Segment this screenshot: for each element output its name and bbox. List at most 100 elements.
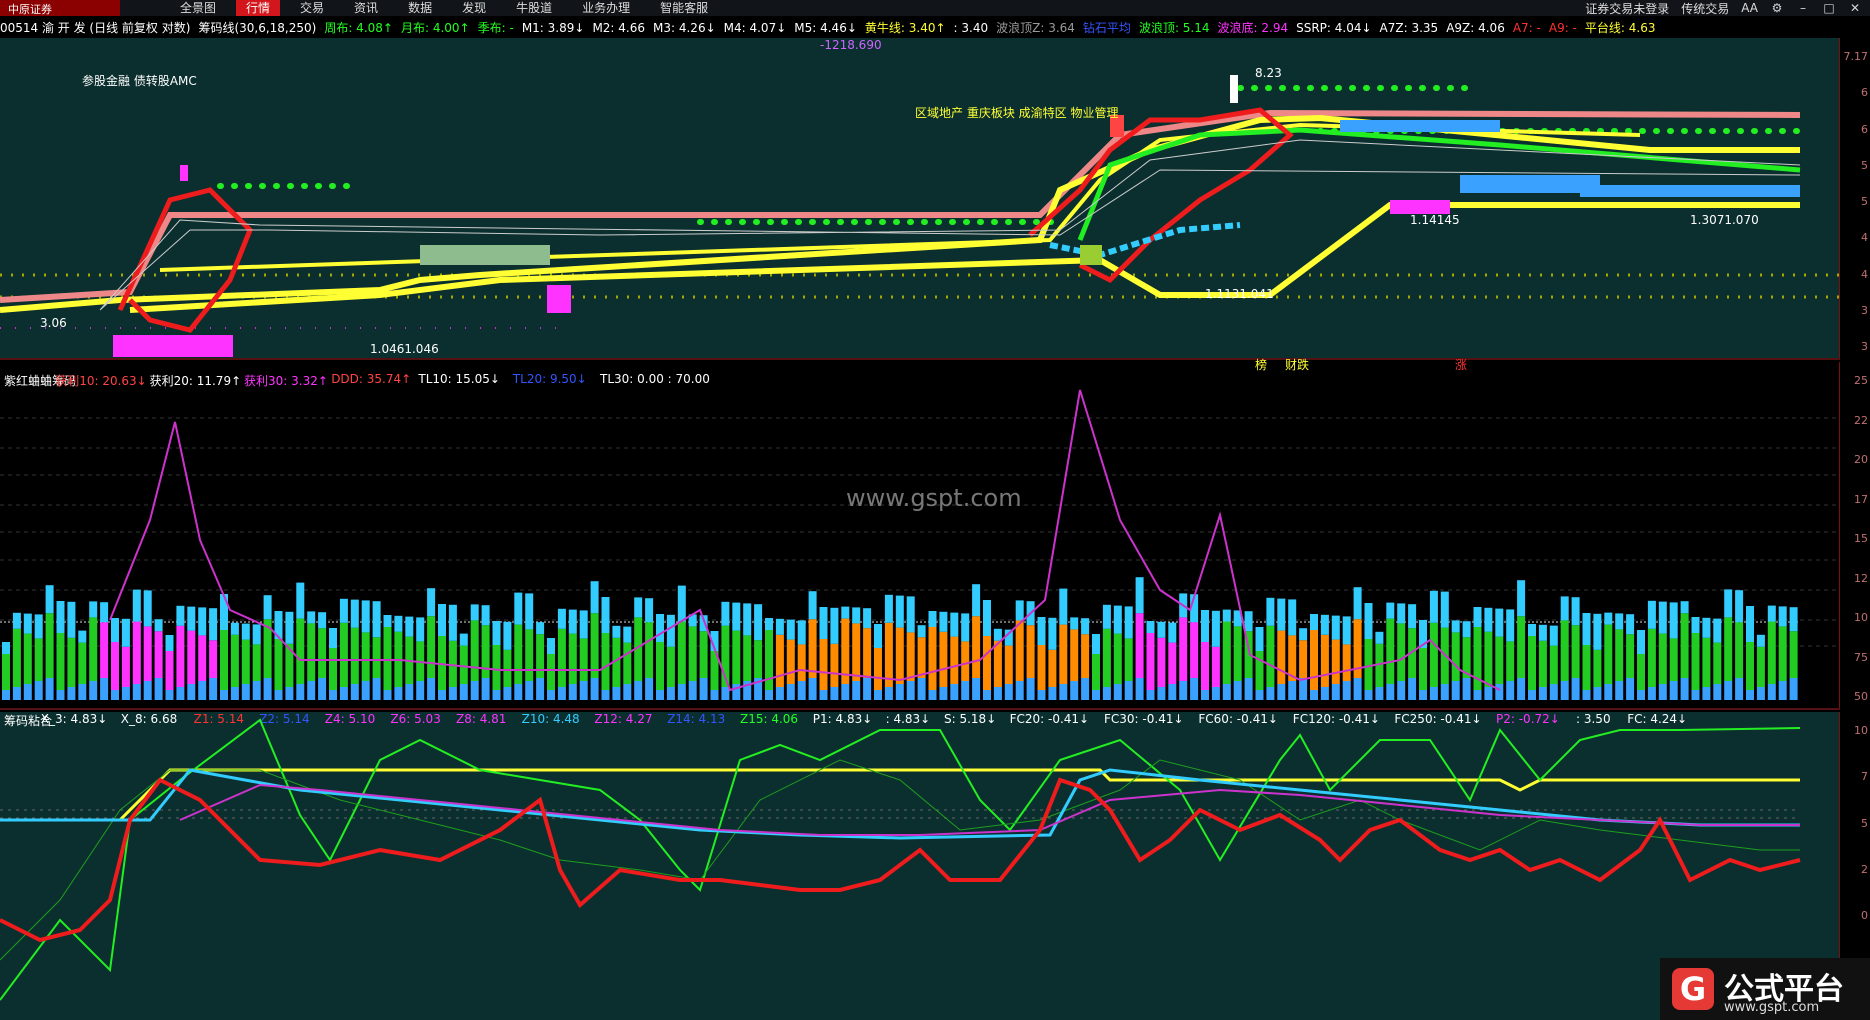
profit-bar-segment [132,684,141,700]
profit-bar-segment [1778,606,1787,627]
scale-tick: 4 [1861,231,1868,245]
profit-bar-segment [252,644,261,681]
profit-bar-segment [1026,678,1035,700]
profit-bar-segment [1277,630,1286,684]
profit-bar-segment [1277,684,1286,700]
profit-bar-segment [1702,687,1711,700]
profit-bar-segment [220,690,228,700]
profit-bar-segment [677,684,686,700]
profit-bar-segment [1124,638,1133,681]
profit-bar-segment [176,625,185,687]
profit-bar-segment [525,681,534,700]
profit-bar-segment [56,690,65,700]
profit-bar-segment [121,687,130,700]
profit-bar-segment [1157,621,1166,638]
profit-scale: 25 22 20 17 15 12 10 75 50 [1839,362,1870,708]
profit-bar-segment [143,681,152,700]
profit-bar-segment [645,598,654,623]
profit-bar-segment [1190,678,1199,700]
price-annotation: 涨 [1455,358,1468,372]
profit-bar-segment [819,690,828,700]
profit-bar-segment [732,602,741,631]
profit-bar-segment [427,678,436,700]
gspt-brand-url: www.gspt.com [1724,1000,1820,1015]
scale-tick: 20 [1854,453,1868,466]
profit-bar-segment [339,687,348,700]
profit-bar-segment [557,628,566,687]
profit-bar-segment [1462,678,1471,700]
profit-bar-segment [1713,684,1722,700]
profit-bar-segment [176,605,185,626]
profit-bars [2,577,1798,700]
profit-bar-segment [1015,620,1024,681]
profit-bar-segment [677,585,686,622]
profit-bar-segment [274,639,283,690]
profit-bar-segment [1266,625,1275,687]
profit-bar-segment [1081,618,1090,635]
profit-bar-segment [1582,690,1591,700]
profit-bar-segment [252,681,261,700]
profit-bar-segment [1168,622,1177,643]
profit-bar-segment [470,620,479,681]
profit-bar-segment [1538,687,1547,700]
profit-bar-segment [1626,614,1635,635]
profit-bar-segment [830,687,839,700]
profit-bar-segment [394,687,403,700]
profit-bar-segment [928,611,937,627]
red-cohesion-line [0,777,1801,943]
profit-bar-segment [895,627,904,684]
profit-bar-segment [427,616,436,678]
profit-bar-segment [361,632,370,681]
profit-bar-segment [12,612,21,629]
profit-bar-segment [721,687,730,700]
profit-bar-segment [1767,684,1776,700]
profit-bar-segment [1495,684,1504,700]
profit-bar-segment [950,684,959,700]
profit-bar-segment [361,681,370,700]
profit-bar-segment [1669,602,1678,639]
profit-bar-segment [361,600,370,633]
profit-bar-segment [536,634,545,678]
profit-bar-segment [2,642,10,654]
profit-bar-segment [45,613,54,678]
profit-bar-segment [296,684,305,700]
profit-bar-segment [503,687,512,700]
profit-bar-segment [1560,596,1569,621]
profit-bar-segment [1582,645,1591,690]
profit-bar-segment [732,630,741,684]
profit-bar-segment [1375,631,1384,644]
profit-bar-segment [906,596,915,633]
profit-bar-segment [677,621,686,684]
profit-bar-segment [263,595,272,620]
profit-bar-segment [874,690,882,700]
profit-bar-segment [874,648,882,690]
profit-bar-segment [296,582,305,619]
profit-bar-segment [1353,587,1362,620]
profit-bar-segment [1211,687,1220,700]
profit-bar-segment [1059,588,1068,625]
scale-tick: 17 [1854,492,1868,506]
profit-bar-segment [1288,599,1297,636]
profit-bar-segment [1746,606,1754,642]
profit-bar-segment [100,678,109,700]
profit-bar-segment [67,687,76,700]
profit-bar-segment [1571,625,1580,678]
profit-bar-segment [89,617,98,681]
profit-bar-segment [536,622,545,635]
profit-bar-segment [1266,687,1275,700]
profit-bar-segment [34,681,43,700]
profit-bar-segment [972,678,981,700]
profit-bar-segment [78,684,87,700]
profit-bar-segment [1342,616,1351,645]
profit-bar-segment [863,628,872,678]
profit-bar-segment [1135,577,1144,614]
profit-bar-segment [1440,591,1449,628]
profit-bar-segment [1255,690,1264,700]
close-icon[interactable]: ✕ [1848,2,1862,14]
profit-bar-segment [634,597,643,618]
profit-bar-segment [503,649,512,687]
profit-bar-segment [143,626,152,681]
profit-bar-segment [1124,606,1133,639]
profit-bar-segment [1713,642,1722,684]
profit-bar-segment [1190,622,1199,678]
